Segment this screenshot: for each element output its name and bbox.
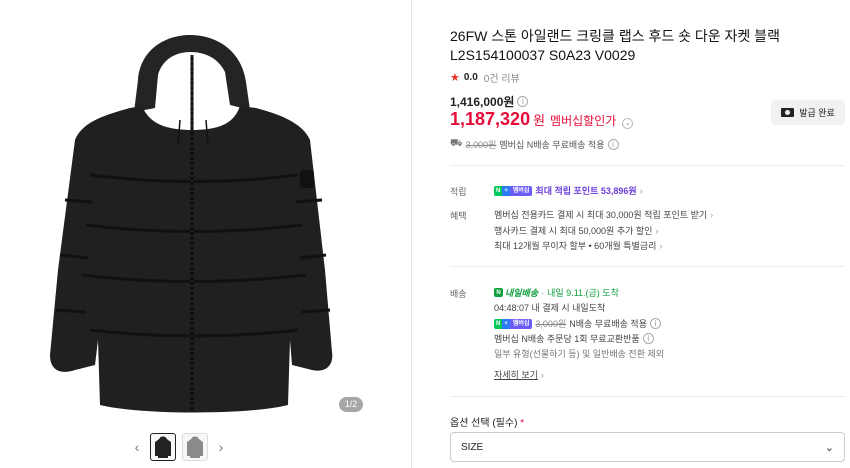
delivery-more-link[interactable]: 자세히 보기 › <box>494 368 544 381</box>
badge-n: N <box>494 185 503 196</box>
n-delivery-row: N + 멤버십 3,000원 N배송 무료배송 적용 i <box>494 317 661 330</box>
review-count[interactable]: 0건 리뷰 <box>484 70 520 85</box>
chevron-left-icon[interactable]: ‹ <box>130 433 144 461</box>
n-delivery-text: N배송 무료배송 적용 <box>569 319 647 329</box>
size-select[interactable]: SIZE ⌄ <box>450 432 845 462</box>
shipping-row: ⛟ 3,000원 멤버십 N배송 무료배송 적용 i <box>450 138 619 151</box>
chevron-right-icon: › <box>639 185 643 196</box>
chevron-right-icon: › <box>655 225 659 236</box>
info-icon[interactable]: i <box>517 96 529 107</box>
delivery-row: N 내일배송 · 내일 9.11.(금) 도착 <box>494 286 619 299</box>
n-delivery-original-fee: 3,000원 <box>535 319 567 329</box>
required-mark: * <box>520 418 525 429</box>
image-counter: 1/2 <box>339 397 363 412</box>
delivery-note: 일부 유형(선물하기 등) 및 일반배송 전환 제외 <box>494 349 665 359</box>
shipping-original-fee: 3,000원 <box>465 140 497 150</box>
separator: · <box>541 287 545 298</box>
coupon-icon <box>781 108 795 117</box>
product-title-line2: L2S154100037 S0A23 V0029 <box>450 47 636 63</box>
points-label: 적립 <box>450 187 467 197</box>
info-icon[interactable]: i <box>642 333 654 344</box>
benefit-text-3: 최대 12개월 무이자 할부 • 60개월 특별금리 <box>494 241 657 251</box>
sale-price: 1,187,320 원 멤버십할인가 ⌄ <box>450 109 634 130</box>
delivery-tag-label: 내일배송 <box>505 288 539 298</box>
badge-membership: 멤버십 <box>509 318 533 329</box>
tomorrow-delivery-tag: N 내일배송 <box>494 286 538 299</box>
points-text: 최대 적립 포인트 53,896원 <box>535 186 637 196</box>
badge-plus: + <box>502 185 510 196</box>
arrival-date: 내일 9.11.(금) 도착 <box>547 288 619 298</box>
more-link-label: 자세히 보기 <box>494 370 538 380</box>
badge-n: N <box>494 318 503 329</box>
sale-price-unit: 원 <box>533 113 546 128</box>
product-title-line1: 26FW 스톤 아일랜드 크링클 랩스 후드 숏 다운 자켓 블랙 <box>450 28 780 44</box>
chevron-down-icon: ⌄ <box>824 441 834 454</box>
rating-row[interactable]: ★ 0.0 0건 리뷰 <box>450 70 520 85</box>
chevron-down-icon[interactable]: ⌄ <box>622 117 634 129</box>
exchange-text: 멤버십 N배송 주문당 1회 무료교환반품 <box>494 334 640 344</box>
exchange-row: 멤버십 N배송 주문당 1회 무료교환반품 i <box>494 332 654 345</box>
divider <box>450 165 845 166</box>
badge-plus: + <box>502 318 510 329</box>
delivery-label: 배송 <box>450 289 467 299</box>
points-row[interactable]: N + 멤버십 최대 적립 포인트 53,896원 › <box>494 184 643 197</box>
product-title: 26FW 스톤 아일랜드 크링클 랩스 후드 숏 다운 자켓 블랙 L2S154… <box>450 27 810 65</box>
original-price: 1,416,000원 i <box>450 93 529 110</box>
benefit-line-2[interactable]: 행사카드 결제 시 최대 50,000원 추가 할인 › <box>494 224 658 237</box>
delivery-deadline: 04:48:07 내 결제 시 내일도착 <box>494 303 606 313</box>
thumbnail-2[interactable] <box>182 433 208 461</box>
option-label: 옵션 선택 (필수) * <box>450 414 524 429</box>
chevron-right-icon: › <box>710 209 714 220</box>
jacket-gray-thumbnail <box>187 436 203 458</box>
divider <box>450 266 845 267</box>
sale-price-value: 1,187,320 <box>450 109 531 129</box>
product-gallery: 1/2 ‹ › <box>0 0 412 468</box>
thumbnail-1[interactable] <box>150 433 176 461</box>
delivery-badge-icon: N <box>494 288 503 297</box>
star-icon: ★ <box>450 72 460 84</box>
divider <box>450 396 845 397</box>
option-label-text: 옵션 선택 (필수) <box>450 418 518 429</box>
info-icon[interactable]: i <box>649 318 661 329</box>
product-info: 26FW 스톤 아일랜드 크링클 랩스 후드 숏 다운 자켓 블랙 L2S154… <box>450 0 850 468</box>
jacket-black-thumbnail <box>155 436 171 458</box>
sale-price-label[interactable]: 멤버십할인가 <box>550 112 616 129</box>
info-icon[interactable]: i <box>607 139 619 150</box>
benefit-line-1[interactable]: 멤버십 전용카드 결제 시 최대 30,000원 적립 포인트 받기 › <box>494 208 713 221</box>
size-select-value: SIZE <box>461 441 484 453</box>
chevron-right-icon: › <box>659 240 663 251</box>
product-main-image[interactable] <box>20 10 370 420</box>
truck-icon: ⛟ <box>450 138 463 149</box>
benefit-line-3[interactable]: 최대 12개월 무이자 할부 • 60개월 특별금리 › <box>494 239 662 252</box>
benefit-text-2: 행사카드 결제 시 최대 50,000원 추가 할인 <box>494 226 653 236</box>
coupon-issued-button[interactable]: 발급 완료 <box>771 100 845 125</box>
naverpay-membership-badge: N + 멤버십 <box>494 318 533 329</box>
benefit-text-1: 멤버십 전용카드 결제 시 최대 30,000원 적립 포인트 받기 <box>494 210 708 220</box>
chevron-right-icon[interactable]: › <box>214 433 228 461</box>
badge-membership: 멤버십 <box>509 185 533 196</box>
chevron-right-icon: › <box>540 369 544 380</box>
benefit-label: 혜택 <box>450 211 467 221</box>
thumbnail-strip: ‹ › <box>130 433 228 461</box>
coupon-button-label: 발급 완료 <box>799 108 835 118</box>
original-price-value: 1,416,000원 <box>450 95 515 109</box>
naverpay-membership-badge: N + 멤버십 <box>494 185 533 196</box>
shipping-text: 멤버십 N배송 무료배송 적용 <box>499 140 605 150</box>
rating-score: 0.0 <box>463 72 478 83</box>
